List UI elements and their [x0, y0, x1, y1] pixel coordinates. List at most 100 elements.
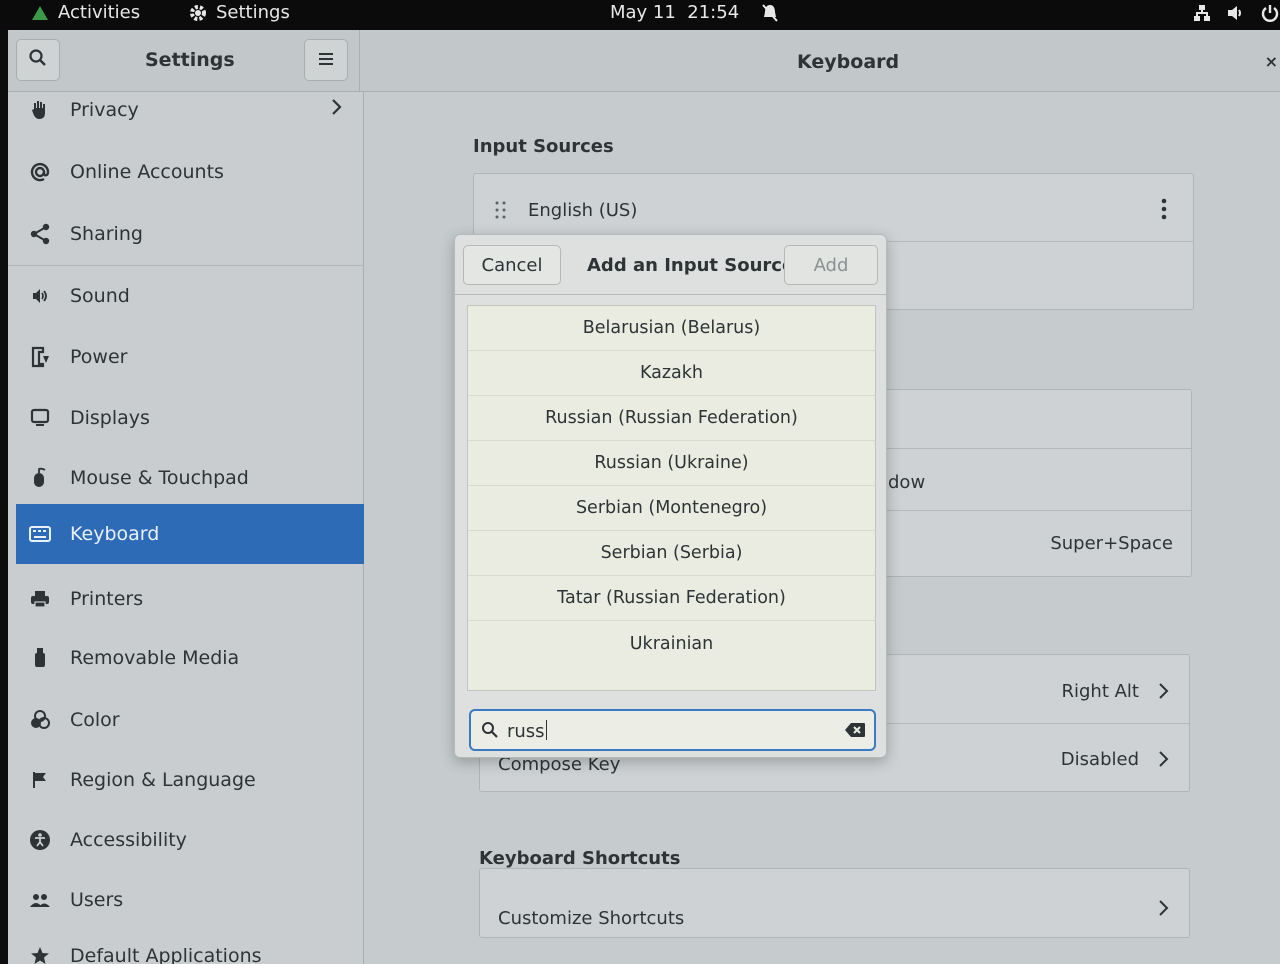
flag-icon [28, 768, 52, 792]
at-icon [28, 160, 52, 184]
users-icon [28, 888, 52, 912]
accessibility-icon [28, 828, 52, 852]
sidebar-item-power[interactable]: Power [8, 327, 364, 387]
top-bar: Activities Settings May 11 21:54 [0, 0, 1280, 30]
keyboard-icon [28, 522, 52, 546]
search-input[interactable]: russ [469, 709, 876, 751]
sidebar-item-region-language[interactable]: Region & Language [8, 750, 364, 810]
sidebar-item-sharing[interactable]: Sharing [8, 204, 364, 264]
speaker-icon [28, 284, 52, 308]
share-icon [28, 222, 52, 246]
close-button[interactable]: × [1265, 52, 1278, 71]
gear-icon [188, 3, 208, 23]
sidebar-item-label: Privacy [70, 99, 139, 121]
app-menu[interactable]: Settings [188, 0, 290, 26]
list-item[interactable]: Ukrainian [468, 621, 875, 666]
chevron-right-icon [1157, 899, 1169, 921]
panel-title: Keyboard [797, 51, 900, 73]
sidebar-item-label: Mouse & Touchpad [70, 467, 249, 489]
sidebar-item-accessibility[interactable]: Accessibility [8, 810, 364, 870]
system-tray[interactable] [1192, 0, 1280, 26]
app-menu-label: Settings [216, 2, 290, 23]
hamburger-icon [318, 51, 334, 70]
clock[interactable]: May 11 21:54 [610, 0, 779, 26]
sidebar-item-label: Printers [70, 588, 144, 610]
sidebar-item-label: Power [70, 346, 128, 368]
display-icon [28, 406, 52, 430]
customize-shortcuts-row[interactable]: Customize Shortcuts [479, 868, 1190, 938]
sidebar-item-mouse-touchpad[interactable]: Mouse & Touchpad [8, 448, 364, 508]
sidebar-item-users[interactable]: Users [8, 870, 364, 930]
list-item[interactable]: Serbian (Montenegro) [468, 486, 875, 531]
volume-icon [1226, 3, 1246, 23]
sidebar-item-keyboard[interactable]: Keyboard [16, 504, 364, 564]
search-icon [481, 721, 499, 743]
menu-button[interactable] [304, 39, 348, 81]
input-sources-title: Input Sources [473, 136, 614, 157]
network-icon [1192, 3, 1212, 23]
chevron-right-icon[interactable] [1157, 682, 1169, 704]
list-item[interactable]: Russian (Ukraine) [468, 441, 875, 486]
results-list: Belarusian (Belarus) Kazakh Russian (Rus… [467, 305, 876, 691]
sidebar-item-label: Keyboard [70, 523, 160, 545]
keyboard-shortcuts-title: Keyboard Shortcuts [479, 848, 681, 869]
hand-icon [28, 98, 52, 122]
activities-button[interactable]: Activities [30, 0, 140, 26]
mouse-icon [28, 466, 52, 490]
sidebar: Privacy Online Accounts Sharing Sound Po… [8, 92, 364, 964]
clock-label: May 11 21:54 [610, 2, 740, 23]
power-icon [1260, 3, 1280, 23]
list-item[interactable]: Serbian (Serbia) [468, 531, 875, 576]
color-icon [28, 708, 52, 732]
activities-icon [30, 4, 50, 22]
more-options-icon[interactable] [1161, 198, 1167, 224]
list-item[interactable]: Tatar (Russian Federation) [468, 576, 875, 621]
search-value: russ [507, 721, 545, 742]
sidebar-item-label: Displays [70, 407, 150, 429]
input-source-english: English (US) [528, 200, 638, 221]
sidebar-item-label: Online Accounts [70, 161, 224, 183]
drag-handle-icon[interactable] [494, 200, 508, 224]
activities-label: Activities [58, 2, 141, 23]
sidebar-title: Settings [145, 49, 235, 71]
sidebar-item-privacy[interactable]: Privacy [8, 80, 364, 140]
text-caret [545, 720, 547, 740]
sidebar-item-label: Users [70, 889, 124, 911]
dialog-header: Cancel Add an Input Source Add [455, 235, 886, 295]
chevron-right-icon[interactable] [1157, 750, 1169, 772]
dialog-title: Add an Input Source [587, 255, 795, 276]
sidebar-item-label: Sound [70, 285, 130, 307]
list-item[interactable]: Belarusian (Belarus) [468, 306, 875, 351]
chevron-right-icon [330, 98, 342, 121]
sidebar-item-online-accounts[interactable]: Online Accounts [8, 142, 364, 202]
clear-text-icon[interactable] [844, 722, 866, 742]
compose-key-value: Disabled [1060, 749, 1139, 770]
sidebar-item-removable-media[interactable]: Removable Media [8, 628, 364, 688]
switch-shortcut-value[interactable]: Super+Space [1050, 533, 1173, 554]
sidebar-item-sound[interactable]: Sound [8, 266, 364, 326]
printer-icon [28, 587, 52, 611]
usb-icon [28, 646, 52, 670]
sidebar-item-label: Default Applications [70, 945, 262, 964]
add-button[interactable]: Add [784, 245, 878, 285]
cancel-button[interactable]: Cancel [463, 245, 561, 285]
search-button[interactable] [16, 39, 60, 81]
sidebar-item-displays[interactable]: Displays [8, 388, 364, 448]
sidebar-item-label: Sharing [70, 223, 143, 245]
star-icon [28, 944, 52, 964]
switching-option-partial[interactable]: dow [888, 472, 925, 493]
add-input-source-dialog: Cancel Add an Input Source Add Belarusia… [454, 234, 887, 758]
customize-shortcuts-label: Customize Shortcuts [498, 908, 685, 929]
sidebar-item-printers[interactable]: Printers [8, 569, 364, 629]
sidebar-item-label: Accessibility [70, 829, 187, 851]
search-icon [28, 48, 48, 72]
alternate-characters-value: Right Alt [1061, 681, 1140, 702]
sidebar-item-color[interactable]: Color [8, 690, 364, 750]
search-value-wrap: russ [507, 720, 547, 742]
list-item[interactable]: Russian (Russian Federation) [468, 396, 875, 441]
sidebar-item-label: Removable Media [70, 647, 240, 669]
sidebar-item-default-applications[interactable]: Default Applications [8, 926, 364, 964]
notifications-off-icon [761, 3, 779, 23]
list-item[interactable]: Kazakh [468, 351, 875, 396]
sidebar-item-label: Region & Language [70, 769, 256, 791]
